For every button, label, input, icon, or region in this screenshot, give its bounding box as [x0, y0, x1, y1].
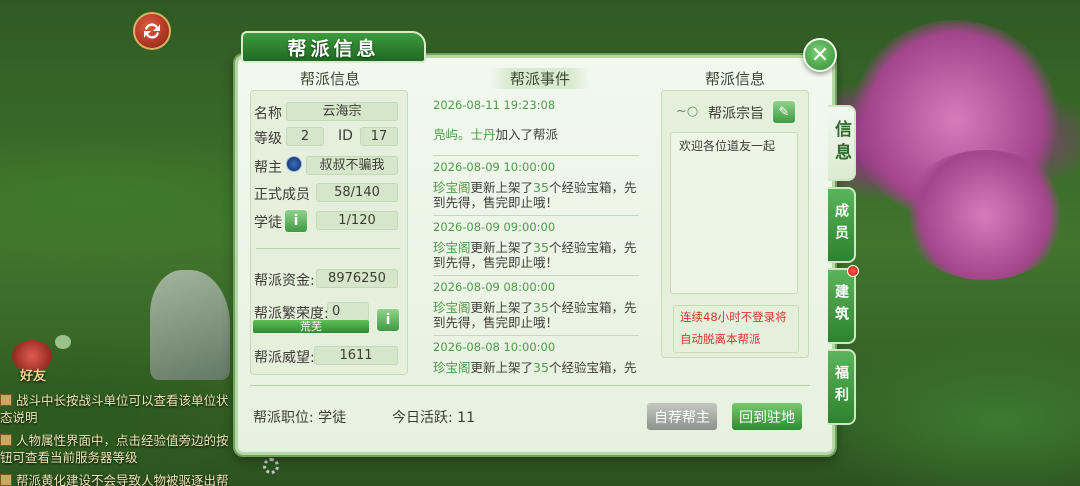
friend-label[interactable]: 好友: [20, 365, 46, 384]
edit-icon: ✎: [778, 104, 790, 120]
info-icon: i: [293, 213, 299, 229]
event-text: 珍宝阁更新上架了35个经验宝箱，先到先得，售完即止哦！: [433, 360, 637, 375]
event-time: 2026-08-09 09:00:00: [433, 220, 556, 234]
close-icon: ✕: [810, 42, 830, 68]
list-item: 2026-08-08 10:00:00 珍宝阁更新上架了35个经验宝箱，先到先得…: [433, 340, 639, 375]
members-label: 正式成员: [254, 187, 310, 203]
event-text: 凫屿。士丹加入了帮派: [433, 127, 559, 142]
id-label: ID: [338, 128, 353, 144]
event-text: 珍宝阁更新上架了35个经验宝箱，先到先得，售完即止哦！: [433, 300, 637, 330]
apprentice-info-button[interactable]: i: [284, 209, 308, 233]
right-section-heading: 帮派信息: [704, 70, 765, 88]
tab-label: 建筑: [833, 284, 849, 328]
motto-title: 帮派宗旨: [708, 106, 764, 122]
return-base-button[interactable]: 回到驻地: [731, 402, 803, 431]
system-badge-icon: [0, 434, 12, 446]
stats-divider: [256, 248, 400, 249]
notification-dot: [847, 265, 859, 277]
funds-label: 帮派资金:: [254, 273, 315, 289]
tab-label: 福利: [833, 365, 849, 409]
event-time: 2026-08-11 19:23:08: [433, 98, 556, 112]
daily-activity: 今日活跃: 11: [392, 410, 475, 426]
prestige-label: 帮派威望:: [254, 350, 315, 366]
event-time: 2026-08-09 10:00:00: [433, 160, 556, 174]
tab-info[interactable]: 信息: [828, 105, 856, 181]
name-label: 名称: [254, 106, 282, 122]
guild-position: 帮派职位: 学徒: [253, 410, 347, 426]
window-title: 帮派信息: [241, 31, 426, 63]
event-time: 2026-08-09 08:00:00: [433, 280, 556, 294]
info-icon: i: [385, 312, 391, 328]
chat-line: 人物属性界面中，点击经验值旁边的按钮可查看当前服务器等级: [0, 433, 229, 465]
inactivity-warning: 连续48小时不登录将 自动脱离本帮派: [673, 305, 799, 353]
prosperity-bar: 荒芜: [253, 320, 369, 333]
members-value: 58/140: [316, 183, 398, 202]
guild-id-value: 17: [360, 127, 398, 146]
prosperity-info-button[interactable]: i: [376, 308, 400, 332]
leader-name-value: 叔叔不骗我: [306, 156, 398, 175]
edit-motto-button[interactable]: ✎: [772, 100, 796, 124]
system-badge-icon: [0, 474, 12, 486]
level-label: 等级: [254, 131, 282, 147]
leader-avatar[interactable]: [286, 156, 302, 172]
motto-swirl-icon: ~○: [676, 104, 699, 119]
guild-name-value: 云海宗: [286, 102, 398, 121]
mail-icon[interactable]: [55, 335, 71, 349]
guild-events-list[interactable]: 2026-08-11 19:23:08 凫屿。士丹加入了帮派 2026-08-0…: [425, 90, 645, 375]
apprentice-label: 学徒: [254, 215, 282, 231]
left-section-heading: 帮派信息: [299, 70, 360, 88]
close-button[interactable]: ✕: [803, 38, 837, 72]
swap-icon[interactable]: [133, 12, 171, 50]
list-item: 2026-08-09 10:00:00 珍宝阁更新上架了35个经验宝箱，先到先得…: [433, 160, 639, 216]
tab-buildings[interactable]: 建筑: [828, 268, 856, 344]
tab-label: 信息: [831, 120, 851, 166]
warning-line: 自动脱离本帮派: [680, 332, 761, 346]
bottom-divider: [250, 385, 810, 386]
event-text: 珍宝阁更新上架了35个经验宝箱，先到先得，售完即止哦！: [433, 240, 637, 270]
event-text: 珍宝阁更新上架了35个经验宝箱，先到先得，售完即止哦！: [433, 180, 637, 210]
tab-members[interactable]: 成员: [828, 187, 856, 263]
recommend-leader-button[interactable]: 自荐帮主: [646, 402, 718, 431]
funds-value: 8976250: [316, 269, 398, 288]
event-time: 2026-08-08 10:00:00: [433, 340, 556, 354]
apprentice-value: 1/120: [316, 211, 398, 230]
gear-icon[interactable]: [263, 458, 279, 474]
prosperity-value: 0: [327, 302, 369, 321]
background-rock: [150, 270, 230, 380]
guild-level-value: 2: [286, 127, 324, 146]
motto-text: 欢迎各位道友一起: [670, 132, 798, 294]
prestige-value: 1611: [314, 346, 398, 365]
leader-label: 帮主: [254, 160, 282, 176]
events-section-heading: 帮派事件: [490, 68, 590, 89]
blossom-tree-lower: [900, 150, 1070, 280]
tab-label: 成员: [833, 203, 849, 247]
list-item: 2026-08-11 19:23:08 凫屿。士丹加入了帮派: [433, 98, 639, 156]
list-item: 2026-08-09 08:00:00 珍宝阁更新上架了35个经验宝箱，先到先得…: [433, 280, 639, 336]
chat-line: 战斗中长按战斗单位可以查看该单位状态说明: [0, 393, 229, 425]
list-item: 2026-08-09 09:00:00 珍宝阁更新上架了35个经验宝箱，先到先得…: [433, 220, 639, 276]
system-badge-icon: [0, 394, 12, 406]
tab-welfare[interactable]: 福利: [828, 349, 856, 425]
warning-line: 连续48小时不登录将: [680, 310, 787, 324]
chat-line: 帮派黄化建设不会导致人物被驱逐出帮: [0, 472, 240, 486]
